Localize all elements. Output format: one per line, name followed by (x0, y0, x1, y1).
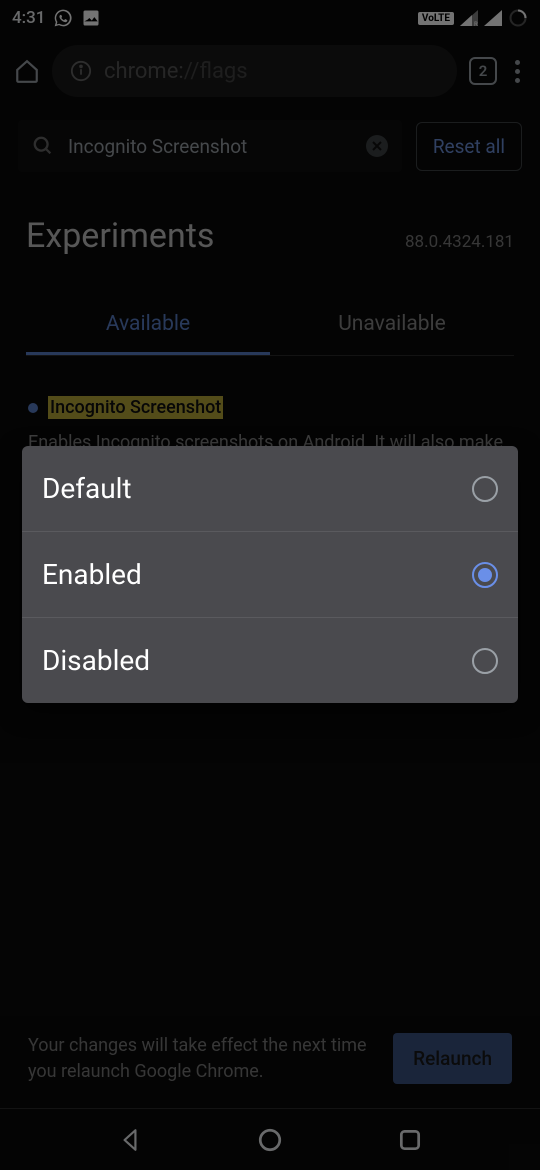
tab-unavailable[interactable]: Unavailable (270, 296, 514, 355)
svg-text:R: R (474, 21, 478, 26)
option-label: Default (42, 472, 132, 505)
signal-4g-icon (484, 10, 502, 26)
radio-icon (472, 648, 498, 674)
version-label: 88.0.4324.181 (405, 232, 514, 252)
omnibox-url: chrome://flags (104, 59, 248, 84)
tabs-button[interactable]: 2 (469, 57, 497, 85)
reset-all-button[interactable]: Reset all (416, 122, 522, 171)
option-default[interactable]: Default (22, 446, 518, 532)
signal-icon: R (460, 10, 478, 26)
option-enabled[interactable]: Enabled (22, 532, 518, 618)
relaunch-message: Your changes will take effect the next t… (28, 1033, 373, 1083)
option-label: Enabled (42, 558, 142, 591)
flag-dropdown: Default Enabled Disabled (22, 446, 518, 703)
clear-search-button[interactable] (366, 135, 388, 157)
info-icon (70, 60, 92, 82)
omnibox[interactable]: chrome://flags (52, 45, 457, 97)
loading-spinner-icon (508, 8, 528, 28)
status-time: 4:31 (12, 8, 45, 28)
home-icon[interactable] (14, 58, 40, 84)
relaunch-bar: Your changes will take effect the next t… (0, 1015, 540, 1108)
radio-icon (472, 476, 498, 502)
volte-badge: VoLTE (418, 12, 454, 25)
status-bar: 4:31 VoLTE R (0, 0, 540, 36)
tabs: Available Unavailable (26, 296, 514, 356)
flag-name: Incognito Screenshot (48, 396, 223, 419)
home-nav-icon[interactable] (257, 1127, 283, 1153)
search-icon (32, 135, 54, 157)
menu-button[interactable] (509, 60, 526, 83)
search-input[interactable] (68, 135, 352, 158)
option-label: Disabled (42, 644, 150, 677)
close-icon (371, 140, 383, 152)
flags-page: Reset all Experiments 88.0.4324.181 Avai… (0, 106, 540, 483)
flag-status-dot (28, 403, 38, 413)
option-disabled[interactable]: Disabled (22, 618, 518, 703)
recent-apps-icon[interactable] (397, 1127, 423, 1153)
tab-available[interactable]: Available (26, 296, 270, 355)
page-title: Experiments (26, 216, 214, 256)
relaunch-button[interactable]: Relaunch (393, 1033, 512, 1084)
photos-icon (81, 8, 101, 28)
navigation-bar (0, 1108, 540, 1170)
radio-icon (472, 562, 498, 588)
search-box[interactable] (18, 120, 402, 172)
back-icon[interactable] (117, 1127, 143, 1153)
whatsapp-icon (53, 8, 73, 28)
chrome-toolbar: chrome://flags 2 (0, 36, 540, 106)
